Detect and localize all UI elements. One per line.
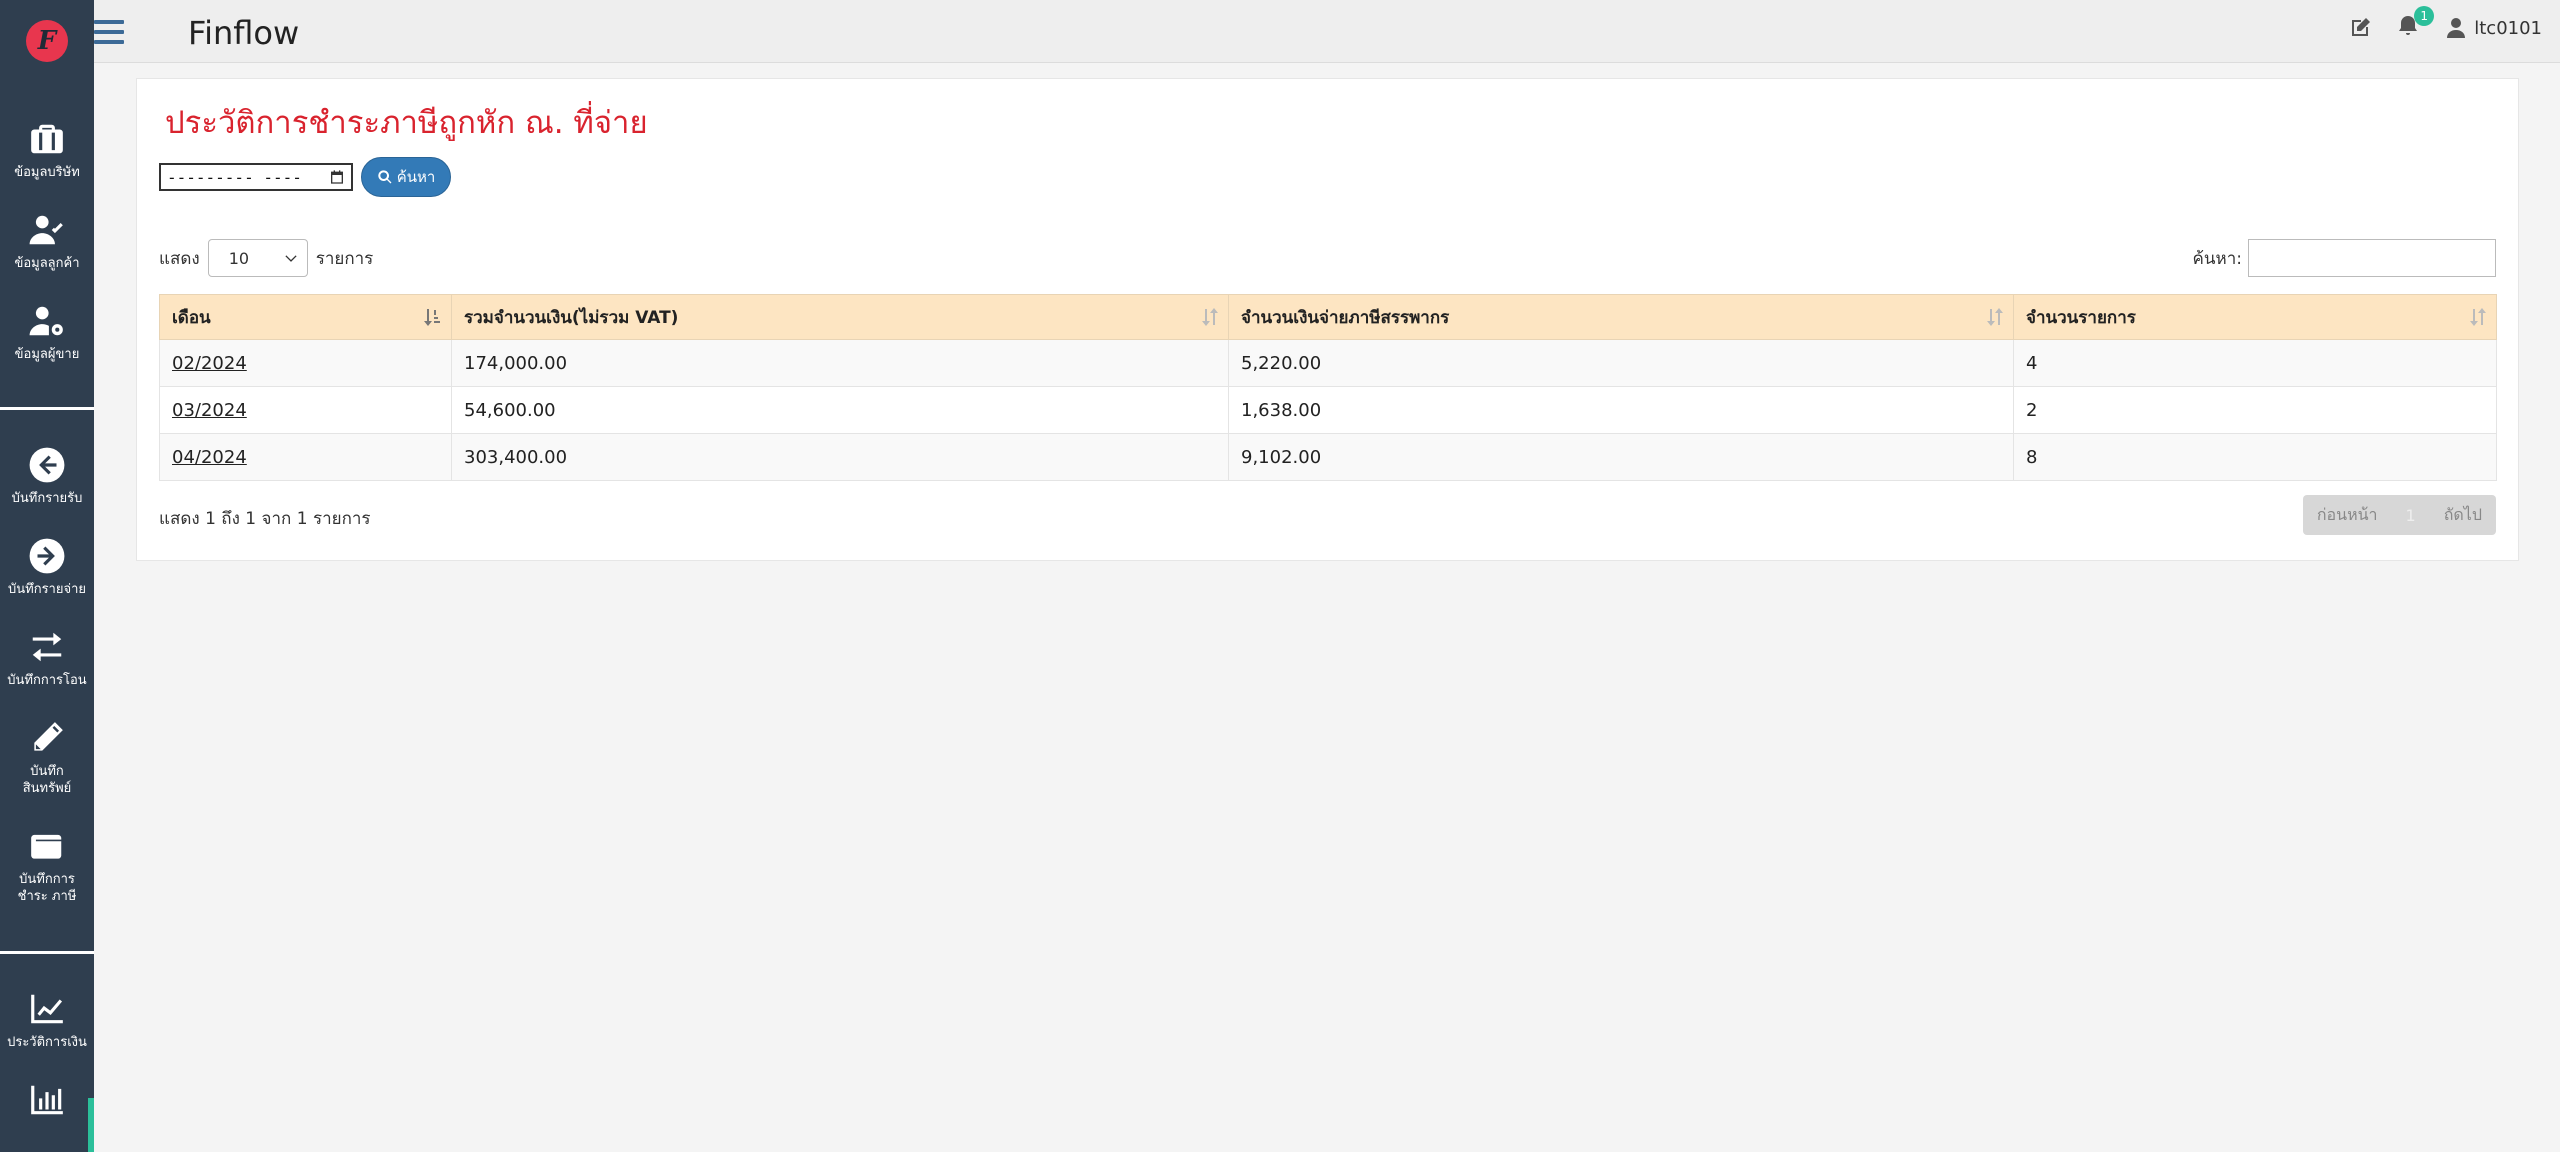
sidebar-item-label: บันทึกการโอน [7, 673, 87, 688]
table-filter: ค้นหา: [2193, 239, 2496, 277]
username: ltc0101 [2474, 17, 2542, 39]
sidebar-item-label: ข้อมูลบริษัท [14, 165, 80, 180]
sidebar-item-label: บันทึกรายจ่าย [7, 582, 86, 597]
table-row: 02/2024 174,000.00 5,220.00 4 [159, 339, 2497, 387]
cell-total: 303,400.00 [451, 433, 1229, 481]
sidebar-item-customers[interactable]: ข้อมูลลูกค้า [0, 211, 94, 272]
table-header-row: เดือน รวมจำนวนเงิน(ไม่รวม VAT) จำนวนเงิน… [159, 294, 2497, 340]
app-title: Finflow [188, 14, 300, 52]
cell-count: 2 [2013, 386, 2497, 434]
sidebar-item-label: ประวัติการเงิน [7, 1035, 87, 1050]
column-header-total[interactable]: รวมจำนวนเงิน(ไม่รวม VAT) [451, 294, 1229, 340]
user-menu[interactable]: ltc0101 [2444, 16, 2542, 40]
pagination: ก่อนหน้า 1 ถัดไป [2302, 495, 2496, 535]
cell-month: 04/2024 [159, 433, 452, 481]
notification-badge: 1 [2414, 6, 2435, 26]
sort-icon [1202, 308, 1218, 326]
briefcase-icon [31, 124, 63, 154]
sidebar-item-finance-history[interactable]: ประวัติการเงิน [0, 990, 94, 1051]
sort-icon [1987, 308, 2003, 326]
month-link[interactable]: 04/2024 [172, 447, 247, 468]
calendar-icon [331, 170, 343, 184]
wallet-icon [31, 834, 62, 859]
sidebar-group-records: บันทึกรายรับ บันทึกรายจ่าย บันทึกการโอน … [0, 446, 94, 905]
edit-icon[interactable] [2348, 16, 2372, 40]
sidebar-item-label: ข้อมูลผู้ขาย [14, 347, 80, 362]
sidebar-divider [0, 407, 94, 410]
column-header-tax[interactable]: จำนวนเงินจ่ายภาษีสรรพากร [1228, 294, 2014, 340]
sidebar-item-label: บันทึกการชำระ ภาษี [17, 872, 77, 904]
arrow-left-circle-icon [29, 447, 65, 483]
arrow-right-circle-icon [29, 538, 65, 574]
column-header-month[interactable]: เดือน [159, 294, 452, 340]
table-info: แสดง 1 ถึง 1 จาก 1 รายการ [159, 509, 371, 529]
sidebar-item-label: ข้อมูลลูกค้า [14, 256, 80, 271]
line-chart-icon [31, 994, 63, 1024]
notification-button[interactable]: 1 [2396, 6, 2435, 42]
sidebar-item-assets[interactable]: บันทึก สินทรัพย์ [0, 719, 94, 797]
table-row: 04/2024 303,400.00 9,102.00 8 [159, 433, 2497, 481]
hamburger-menu-icon[interactable] [94, 20, 124, 44]
transfer-icon [32, 632, 62, 662]
cell-count: 8 [2013, 433, 2497, 481]
sidebar-item-transfer[interactable]: บันทึกการโอน [0, 628, 94, 689]
month-link[interactable]: 03/2024 [172, 400, 247, 421]
sidebar-item-company[interactable]: ข้อมูลบริษัท [0, 120, 94, 181]
sidebar-item-reports[interactable] [0, 1081, 94, 1119]
sidebar: F ข้อมูลบริษัท ข้อมูลลูกค้า ข้อมูลผู้ขาย… [0, 0, 94, 1152]
page-length-control: แสดง 10 รายการ [159, 239, 373, 277]
cell-month: 03/2024 [159, 386, 452, 434]
page-title: ประวัติการชำระภาษีถูกหัก ณ. ที่จ่าย [165, 105, 648, 141]
column-header-count[interactable]: จำนวนรายการ [2013, 294, 2497, 340]
page-length-select[interactable]: 10 [207, 239, 308, 277]
cell-tax: 5,220.00 [1228, 339, 2014, 387]
tax-history-table: เดือน รวมจำนวนเงิน(ไม่รวม VAT) จำนวนเงิน… [159, 294, 2497, 481]
sidebar-group-master: ข้อมูลบริษัท ข้อมูลลูกค้า ข้อมูลผู้ขาย [0, 120, 94, 363]
show-label: แสดง [159, 248, 200, 269]
current-page-button[interactable]: 1 [2392, 495, 2430, 535]
table-row: 03/2024 54,600.00 1,638.00 2 [159, 386, 2497, 434]
month-picker-value: --------- ---- [167, 167, 302, 187]
next-page-button[interactable]: ถัดไป [2430, 495, 2496, 535]
filter-input[interactable] [2248, 239, 2496, 277]
entries-label: รายการ [315, 248, 374, 269]
cell-total: 54,600.00 [451, 386, 1229, 434]
topbar-actions: 1 ltc0101 [2348, 6, 2542, 42]
page-length-value: 10 [228, 248, 250, 268]
cell-total: 174,000.00 [451, 339, 1229, 387]
month-picker-input[interactable]: --------- ---- [159, 163, 353, 191]
topbar: Finflow 1 ltc0101 [94, 0, 2560, 63]
sidebar-item-expense[interactable]: บันทึกรายจ่าย [0, 537, 94, 598]
prev-page-button[interactable]: ก่อนหน้า [2303, 495, 2392, 535]
sidebar-divider [0, 951, 94, 954]
month-link[interactable]: 02/2024 [172, 353, 247, 374]
sidebar-item-tax-payment[interactable]: บันทึกการชำระ ภาษี [0, 827, 94, 905]
search-icon [378, 170, 392, 184]
sidebar-item-vendors[interactable]: ข้อมูลผู้ขาย [0, 302, 94, 363]
pencil-icon [34, 722, 63, 751]
sidebar-active-indicator [88, 1098, 94, 1152]
cell-count: 4 [2013, 339, 2497, 387]
user-icon [2447, 18, 2466, 38]
sort-asc-icon [424, 309, 440, 326]
cell-tax: 9,102.00 [1228, 433, 2014, 481]
search-button-label: ค้นหา [396, 168, 436, 186]
app-logo[interactable]: F [26, 20, 68, 62]
bar-chart-icon [31, 1085, 63, 1115]
sidebar-group-reports: ประวัติการเงิน [0, 990, 94, 1119]
cell-tax: 1,638.00 [1228, 386, 2014, 434]
user-gear-icon [29, 306, 63, 336]
sort-icon [2470, 308, 2486, 326]
sidebar-item-label: บันทึกรายรับ [11, 491, 83, 506]
sidebar-item-label: บันทึก สินทรัพย์ [22, 764, 72, 796]
cell-month: 02/2024 [159, 339, 452, 387]
chevron-down-icon [285, 255, 297, 262]
search-button[interactable]: ค้นหา [361, 157, 451, 197]
content-panel: ประวัติการชำระภาษีถูกหัก ณ. ที่จ่าย ----… [136, 78, 2519, 561]
filter-label: ค้นหา: [2192, 248, 2242, 269]
sidebar-item-income[interactable]: บันทึกรายรับ [0, 446, 94, 507]
user-check-icon [29, 215, 63, 245]
